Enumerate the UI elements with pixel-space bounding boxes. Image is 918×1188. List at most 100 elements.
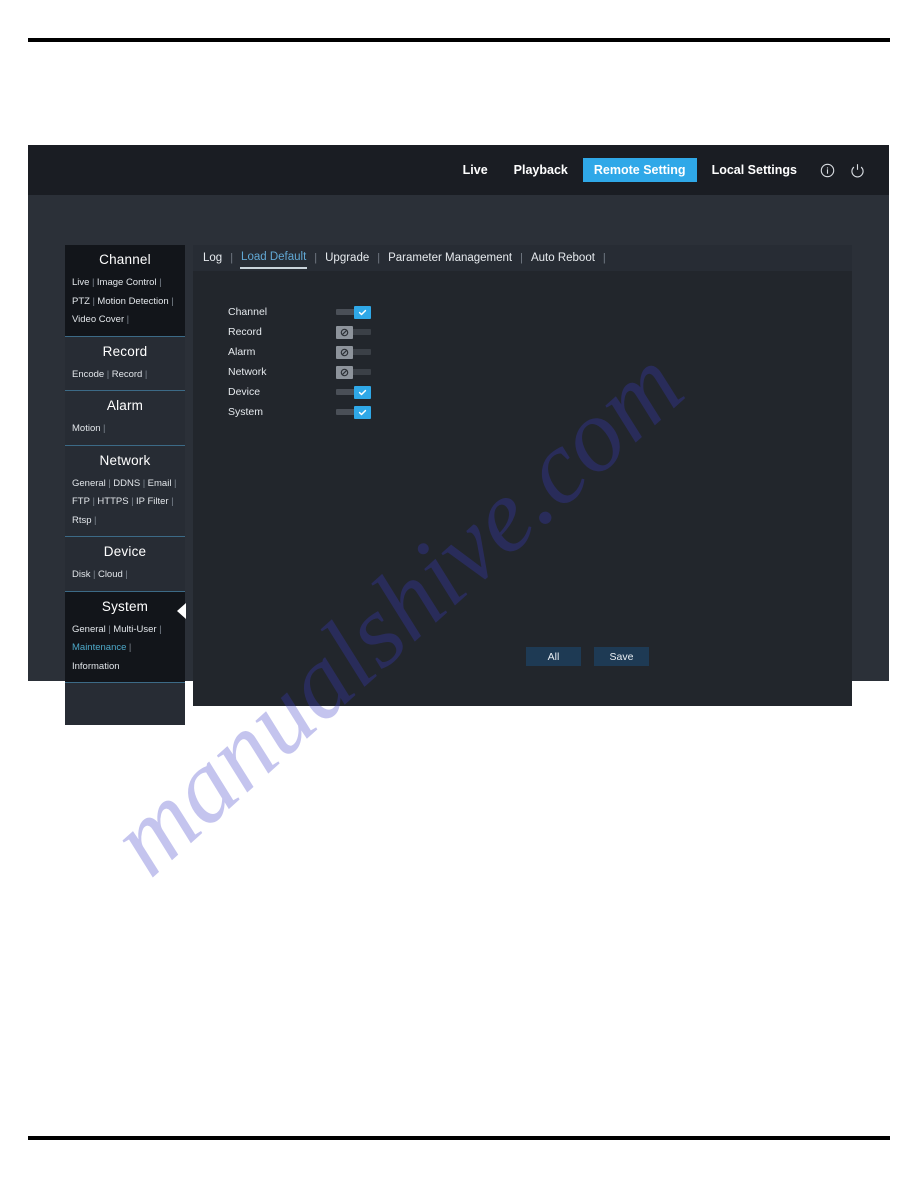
tab-separator: | xyxy=(230,252,234,264)
sidebar-group-network[interactable]: Network General | DDNS | Email | FTP | HTTPS | IP… xyxy=(65,445,185,537)
sidebar-separator: | xyxy=(171,295,174,307)
tab-parameter-management[interactable]: Parameter Management xyxy=(387,249,513,268)
sidebar-item-disk[interactable]: Disk xyxy=(72,569,90,580)
toggle-row-record: Record xyxy=(228,322,371,342)
sidebar-item-motion-detection[interactable]: Motion Detection xyxy=(97,296,168,307)
sidebar-links-device: Disk | Cloud | xyxy=(65,565,185,584)
sidebar-item-general-network[interactable]: General xyxy=(72,478,106,489)
nav-item-playback[interactable]: Playback xyxy=(503,158,579,183)
sidebar-separator: | xyxy=(125,569,128,580)
sidebar-group-title-system: System xyxy=(101,598,149,614)
sidebar-separator: | xyxy=(171,496,174,507)
page-footer-rule xyxy=(28,1136,890,1140)
tab-load-default[interactable]: Load Default xyxy=(240,248,308,269)
sidebar-separator: | xyxy=(126,314,130,325)
sidebar-separator: | xyxy=(92,569,96,580)
sidebar-item-email[interactable]: Email xyxy=(148,478,172,489)
sidebar-item-information[interactable]: Information xyxy=(72,661,120,672)
sidebar-separator: | xyxy=(131,496,134,507)
tabbar: Log | Load Default | Upgrade | Parameter… xyxy=(193,245,852,271)
power-icon[interactable] xyxy=(846,159,868,181)
nav-item-live[interactable]: Live xyxy=(452,158,499,183)
sidebar-separator: | xyxy=(159,623,162,635)
toggle-row-system: System xyxy=(228,402,371,422)
toggle-switch-channel[interactable] xyxy=(336,305,371,319)
tab-separator: | xyxy=(377,252,381,264)
tab-upgrade[interactable]: Upgrade xyxy=(324,249,370,268)
page-header-rule xyxy=(28,38,890,42)
sidebar-group-title-channel: Channel xyxy=(99,252,151,267)
load-default-toggle-list: Channel Record Alarm Network Device Syst… xyxy=(228,302,371,422)
toggle-knob-check-icon xyxy=(354,385,371,399)
sidebar-links-network: General | DDNS | Email | FTP | HTTPS | IP Filter |… xyxy=(65,474,185,530)
sidebar-group-device[interactable]: Device Disk | Cloud | xyxy=(65,537,185,592)
sidebar-links-system: General | Multi-User | Maintenance | Informa… xyxy=(65,620,185,676)
active-group-arrow-icon xyxy=(177,602,186,619)
sidebar-item-ddns[interactable]: DDNS xyxy=(113,478,140,489)
sidebar-item-ip-filter[interactable]: IP Filter xyxy=(136,496,169,507)
toggle-row-device: Device xyxy=(228,382,371,402)
sidebar-group-title-device: Device xyxy=(103,544,147,559)
sidebar-links-record: Encode | Record | xyxy=(65,365,185,384)
tab-separator: | xyxy=(520,252,523,264)
sidebar-item-maintenance[interactable]: Maintenance xyxy=(72,642,126,653)
toggle-row-channel: Channel xyxy=(228,302,371,322)
tab-separator: | xyxy=(314,252,318,264)
sidebar-separator: | xyxy=(103,423,106,434)
sidebar-item-record[interactable]: Record xyxy=(112,369,143,380)
sidebar-item-multi-user[interactable]: Multi-User xyxy=(113,624,156,635)
sidebar-item-cloud[interactable]: Cloud xyxy=(98,569,123,580)
tab-separator: | xyxy=(602,252,606,264)
toggle-row-alarm: Alarm xyxy=(228,342,371,362)
sidebar-group-title-alarm: Alarm xyxy=(106,398,144,413)
sidebar-group-system[interactable]: System General | Multi-User | Maintenance | … xyxy=(65,591,186,683)
toggle-switch-record[interactable] xyxy=(336,325,371,339)
tab-log[interactable]: Log xyxy=(202,249,223,268)
sidebar-group-channel[interactable]: Channel Live | Image Control | PTZ | Motion D… xyxy=(65,245,185,337)
app-header: Live Playback Remote Setting Local Setti… xyxy=(28,145,889,195)
sidebar-separator: | xyxy=(173,477,177,489)
sidebar-links-alarm: Motion | xyxy=(65,419,185,438)
toggle-switch-alarm[interactable] xyxy=(336,345,371,359)
toggle-label-system: System xyxy=(228,406,264,418)
toggle-switch-system[interactable] xyxy=(336,405,371,419)
toggle-label-device: Device xyxy=(228,386,261,398)
sidebar-separator: | xyxy=(91,277,95,288)
info-icon[interactable] xyxy=(816,159,838,181)
sidebar-item-live[interactable]: Live xyxy=(72,277,89,288)
sidebar-item-image-control[interactable]: Image Control xyxy=(97,277,157,288)
save-button[interactable]: Save xyxy=(594,647,649,666)
toggle-label-channel: Channel xyxy=(228,306,268,318)
sidebar-item-ftp[interactable]: FTP xyxy=(72,496,90,507)
sidebar-item-encode[interactable]: Encode xyxy=(72,369,104,380)
all-button[interactable]: All xyxy=(526,647,581,666)
sidebar-group-record[interactable]: Record Encode | Record | xyxy=(65,336,185,391)
sidebar-links-channel: Live | Image Control | PTZ | Motion Detection… xyxy=(65,273,185,329)
panel-action-buttons: All Save xyxy=(526,647,649,666)
dvr-web-application-window: Live Playback Remote Setting Local Setti… xyxy=(28,145,889,725)
sidebar-separator: | xyxy=(142,477,146,489)
sidebar-item-motion[interactable]: Motion xyxy=(72,423,101,434)
sidebar-item-rtsp[interactable]: Rtsp xyxy=(72,515,92,526)
sidebar-item-video-cover[interactable]: Video Cover xyxy=(72,314,124,325)
tab-auto-reboot[interactable]: Auto Reboot xyxy=(530,249,596,268)
sidebar-group-alarm[interactable]: Alarm Motion | xyxy=(65,391,185,446)
app-body: Channel Live | Image Control | PTZ | Motion D… xyxy=(28,195,889,725)
toggle-switch-device[interactable] xyxy=(336,385,371,399)
toggle-label-alarm: Alarm xyxy=(228,346,256,358)
nav-item-remote-setting[interactable]: Remote Setting xyxy=(582,157,697,183)
sidebar-separator: | xyxy=(94,514,97,526)
toggle-knob-blocked-icon xyxy=(336,325,353,339)
sidebar-separator: | xyxy=(128,642,132,653)
toggle-switch-network[interactable] xyxy=(336,365,371,379)
sidebar-item-https[interactable]: HTTPS xyxy=(97,496,128,507)
toggle-knob-blocked-icon xyxy=(336,365,353,379)
sidebar-item-general-system[interactable]: General xyxy=(72,624,106,635)
toggle-knob-check-icon xyxy=(354,305,371,319)
nav-item-local-settings[interactable]: Local Settings xyxy=(701,158,808,183)
toggle-label-record: Record xyxy=(228,326,262,338)
toggle-knob-check-icon xyxy=(354,405,371,419)
sidebar-filler xyxy=(65,683,185,725)
toggle-knob-blocked-icon xyxy=(336,345,353,359)
sidebar-item-ptz[interactable]: PTZ xyxy=(72,296,90,307)
